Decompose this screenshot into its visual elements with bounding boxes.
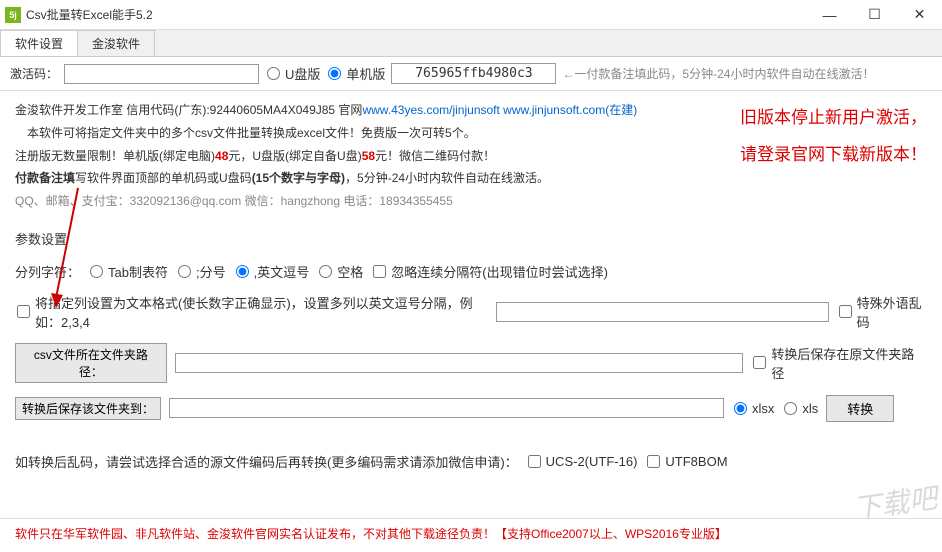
- checkbox-ignore-consecutive[interactable]: 忽略连续分隔符(出现错位时尝试选择): [371, 262, 608, 281]
- dest-path-row: 转换后保存该文件夹到： xlsx xls 转换: [0, 389, 942, 428]
- convert-button[interactable]: 转换: [826, 395, 894, 422]
- info-wechat: hangzhong: [281, 194, 340, 208]
- checkbox-utf8bom[interactable]: UTF8BOM: [645, 454, 727, 469]
- dest-path-input[interactable]: [169, 398, 724, 418]
- radio-usb-version[interactable]: U盘版: [265, 64, 320, 83]
- radio-comma[interactable]: ,英文逗号: [234, 262, 310, 281]
- encoding-row: 如转换后乱码，请尝试选择合适的源文件编码后再转换(更多编码需求请添加微信申请)：…: [0, 446, 942, 477]
- encoding-label: 如转换后乱码，请尝试选择合适的源文件编码后再转换(更多编码需求请添加微信申请)：: [15, 452, 518, 471]
- source-path-row: csv文件所在文件夹路径： 转换后保存在原文件夹路径: [0, 337, 942, 389]
- radio-tab[interactable]: Tab制表符: [88, 262, 168, 281]
- radio-standalone-version[interactable]: 单机版: [326, 64, 385, 83]
- window-title: Csv批量转Excel能手5.2: [26, 6, 807, 23]
- footer-warning: 软件只在华军软件园、非凡软件站、金浚软件官网实名认证发布，不对其他下载途径负责！…: [0, 518, 942, 542]
- checkbox-special-lang[interactable]: 特殊外语乱码: [837, 293, 927, 331]
- text-format-row: 将指定列设置为文本格式(使长数字正确显示)，设置多列以英文逗号分隔，例如：2,3…: [0, 287, 942, 337]
- info-block: 金浚软件开发工作室 信用代码(广东):92440605MA4X049J85 官网…: [0, 91, 942, 221]
- info-desc: 本软件可将指定文件夹中的多个csv文件批量转换成excel文件！免费版一次可转5…: [27, 126, 476, 140]
- info-email: 332092136@qq.com: [130, 194, 242, 208]
- split-char-row: 分列字符： Tab制表符 ;分号 ,英文逗号 空格 忽略连续分隔符(出现错位时尝…: [0, 256, 942, 287]
- app-icon: 5j: [5, 7, 21, 23]
- radio-xlsx[interactable]: xlsx: [732, 401, 774, 416]
- maximize-button[interactable]: ☐: [852, 0, 897, 30]
- dest-path-button[interactable]: 转换后保存该文件夹到：: [15, 397, 161, 420]
- radio-xls[interactable]: xls: [782, 401, 818, 416]
- tab-bar: 软件设置 金浚软件: [0, 30, 942, 57]
- checkbox-save-same-path[interactable]: 转换后保存在原文件夹路径: [751, 344, 927, 382]
- version-notice: 旧版本停止新用户激活， 请登录官网下载新版本！: [740, 99, 927, 174]
- minimize-button[interactable]: —: [807, 0, 852, 30]
- tab-settings[interactable]: 软件设置: [0, 30, 78, 56]
- params-heading: 参数设置: [0, 221, 942, 256]
- activation-code-input[interactable]: [64, 64, 259, 84]
- activation-hint: ←一付款备注填此码，5分钟-24小时内软件自动在线激活！: [562, 65, 874, 82]
- activation-label: 激活码：: [10, 65, 58, 82]
- source-path-button[interactable]: csv文件所在文件夹路径：: [15, 343, 167, 383]
- text-columns-input[interactable]: [496, 302, 829, 322]
- titlebar: 5j Csv批量转Excel能手5.2 — ☐ ✕: [0, 0, 942, 30]
- source-path-input[interactable]: [175, 353, 744, 373]
- tab-jinjun[interactable]: 金浚软件: [77, 30, 155, 56]
- info-urls: www.43yes.com/jinjunsoft www.jinjunsoft.…: [362, 103, 637, 117]
- close-button[interactable]: ✕: [897, 0, 942, 30]
- activation-row: 激活码： U盘版 单机版 765965ffb4980c3 ←一付款备注填此码，5…: [0, 57, 942, 91]
- radio-space[interactable]: 空格: [317, 262, 363, 281]
- checkbox-ucs2[interactable]: UCS-2(UTF-16): [526, 454, 638, 469]
- machine-code-display: 765965ffb4980c3: [391, 63, 556, 84]
- info-credit: 金浚软件开发工作室 信用代码(广东):92440605MA4X049J85 官网: [15, 103, 362, 117]
- info-phone: 18934355455: [379, 194, 452, 208]
- checkbox-text-format[interactable]: 将指定列设置为文本格式(使长数字正确显示)，设置多列以英文逗号分隔，例如：2,3…: [15, 293, 488, 331]
- radio-semicolon[interactable]: ;分号: [176, 262, 226, 281]
- split-label: 分列字符：: [15, 262, 80, 281]
